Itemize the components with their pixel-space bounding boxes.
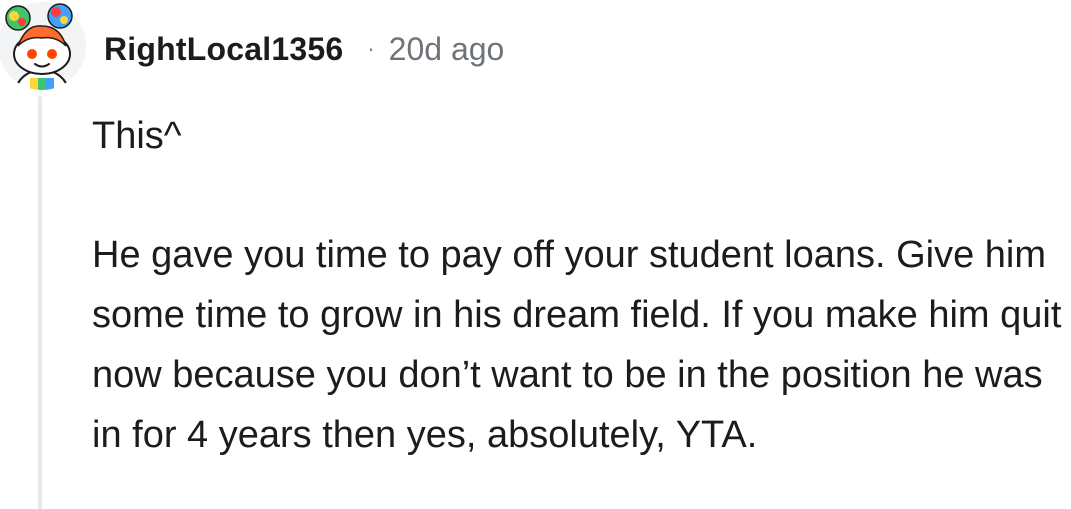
comment-body: This^ He gave you time to pay off your s…: [92, 106, 1062, 465]
comment-meta: RightLocal1356 · 20d ago: [104, 26, 504, 72]
comment: RightLocal1356 · 20d ago This^ He gave y…: [0, 0, 1071, 509]
separator-dot: ·: [367, 36, 375, 61]
thread-line[interactable]: [38, 96, 42, 509]
snoo-avatar-icon: [0, 2, 86, 90]
comment-paragraph: This^: [92, 115, 182, 157]
avatar[interactable]: [0, 0, 88, 96]
username-link[interactable]: RightLocal1356: [104, 31, 343, 68]
comment-paragraph: He gave you time to pay off your student…: [92, 234, 1062, 456]
timestamp[interactable]: 20d ago: [389, 31, 505, 68]
